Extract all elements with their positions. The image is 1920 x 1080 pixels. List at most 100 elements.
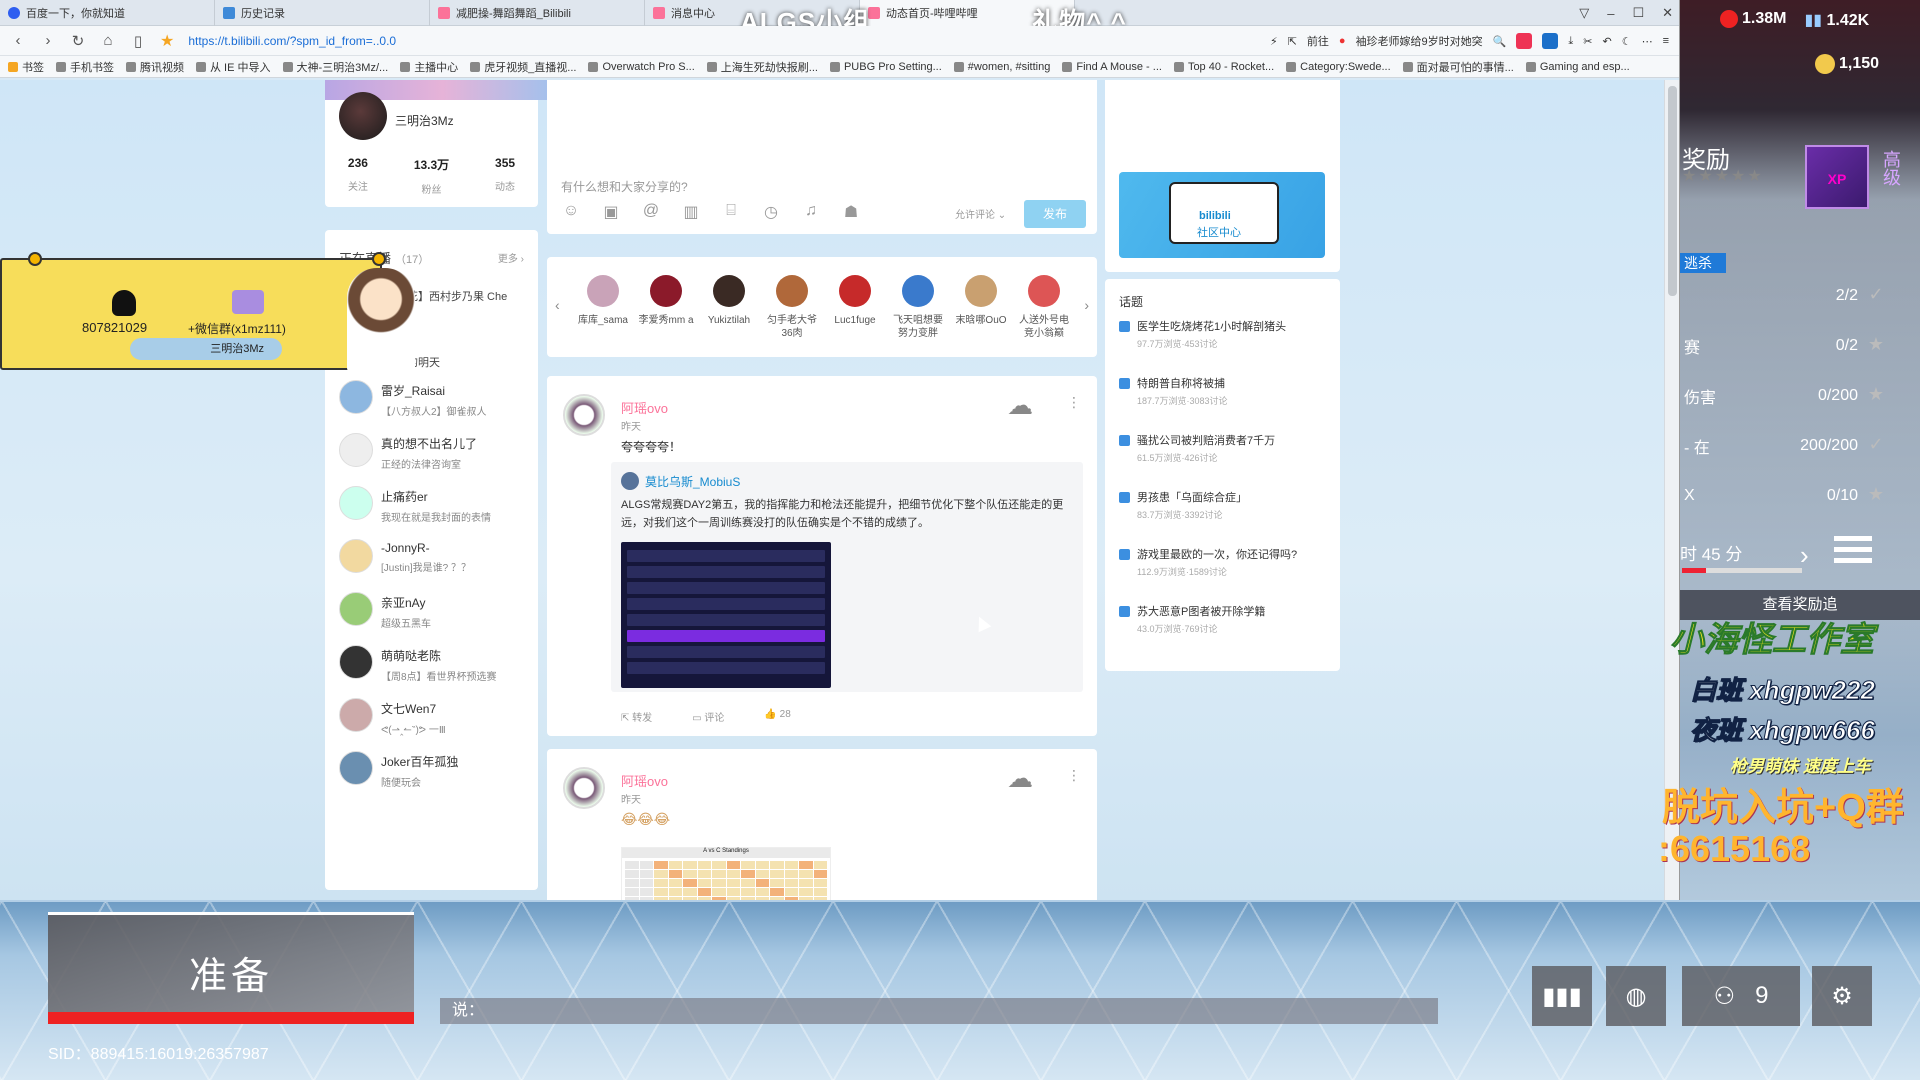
challenge-item[interactable]: 赛 0/2 ★ [1680,322,1890,370]
live-user-item[interactable]: 亲亚nAy 超级五黑车 [339,592,529,645]
back-icon[interactable]: ‹ [10,32,26,49]
skin-icon[interactable]: ▽ [1579,5,1589,21]
chevron-right-icon[interactable]: › [1084,297,1089,313]
chat-input[interactable]: 说： [440,998,1438,1024]
bookmark-item[interactable]: Overwatch Pro S... [588,61,695,73]
post-author[interactable]: 阿瑶ovo [621,771,668,790]
bookmark-item[interactable]: Gaming and esp... [1525,61,1630,73]
like-button[interactable]: 👍 28 [764,709,790,724]
topic-item[interactable]: 苏大恶意P图者被开除学籍 43.0万浏览·769讨论 [1119,604,1329,661]
post-avatar[interactable] [563,767,605,809]
hamburger-menu-icon[interactable] [1834,536,1872,566]
ready-button[interactable]: 准备 [48,912,414,1024]
address-bar[interactable]: https://t.bilibili.com/?spm_id_from=..0.… [188,34,888,48]
following-user[interactable]: 库库_sama [575,275,631,340]
stat-followers[interactable]: 13.3万 粉丝 [414,156,449,196]
live-more-link[interactable]: 更多 › [498,250,524,265]
ext-window-icon[interactable] [1542,33,1559,49]
chevron-right-icon[interactable]: › [1800,540,1809,571]
following-user[interactable]: 李爱秀mm a [638,275,694,340]
share-icon[interactable]: ⇱ [1288,35,1297,48]
go-button[interactable]: 前往 [1307,33,1329,49]
search-box[interactable]: 袖珍老师嫁给9岁时对她突 [1356,33,1483,49]
emoji-icon[interactable]: ☺ [561,202,581,222]
share-button[interactable]: ⇱ 转发 [621,709,652,724]
maximize-button[interactable]: ☐ [1632,5,1644,21]
at-icon[interactable]: @ [641,202,661,222]
topic-item[interactable]: 医学生吃烧烤花1小时解剖猪头 97.7万浏览·453讨论 [1119,319,1329,376]
undo-icon[interactable]: ↶ [1602,35,1611,48]
bookmark-item[interactable]: 面对最可怕的事情... [1402,59,1514,75]
bookmark-star-icon[interactable]: ★ [160,31,174,51]
more-vertical-icon[interactable]: ⋮ [1067,394,1081,411]
topic-item[interactable]: 特朗普自称将被捕 187.7万浏览·3083讨论 [1119,376,1329,433]
comment-permission-select[interactable]: 允许评论 ⌄ [955,206,1006,221]
bookmark-item[interactable]: Top 40 - Rocket... [1173,61,1274,73]
globe-mail-icon[interactable]: ◍ [1606,966,1666,1026]
challenge-item[interactable]: - 在 200/200 ✓ [1680,422,1890,470]
bookmark-item[interactable]: 书签 [8,59,44,75]
challenge-item[interactable]: X 0/10 ★ [1680,472,1890,520]
bookmark-item[interactable]: 从 IE 中导入 [196,59,271,75]
stats-icon[interactable]: ▮▮▮ [1532,966,1592,1026]
bell-icon[interactable]: ♫ [801,202,821,222]
following-user[interactable]: Luc1fuge [827,275,883,340]
lottery-icon[interactable]: ☗ [841,202,861,222]
forward-icon[interactable]: › [40,32,56,49]
following-user[interactable]: 匀手老大爷 36肉 [764,275,820,340]
scissors-icon[interactable]: ✂ [1583,35,1592,48]
following-user[interactable]: 人送外号电 竞小翁巅 [1016,275,1072,340]
stat-following[interactable]: 236 关注 [348,156,368,196]
bookmark-item[interactable]: 腾讯视频 [126,59,184,75]
search-icon[interactable]: 🔍 [1493,35,1507,48]
image-icon[interactable]: ▣ [601,202,621,222]
live-user-item[interactable]: Joker百年孤独 随便玩会 [339,751,529,804]
live-user-item[interactable]: 萌萌哒老陈 【周8点】看世界杯预选赛 [339,645,529,698]
compose-input[interactable]: 有什么想和大家分享的? [561,178,688,195]
lightning-icon[interactable]: ⚡ [1270,35,1278,48]
topic-item[interactable]: 骚扰公司被判赔消费者7千万 61.5万浏览·426讨论 [1119,433,1329,490]
live-user-item[interactable]: 文七Wen7 ᕙ(⇀‸↼‶)ᕗ 一Ⅲ [339,698,529,751]
publish-button[interactable]: 发布 [1024,200,1086,228]
profile-name[interactable]: 三明治3Mz [395,112,454,129]
challenge-item[interactable]: 伤害 0/200 ★ [1680,372,1890,420]
bookmark-item[interactable]: 虎牙视频_直播视... [470,59,576,75]
topic-item[interactable]: 男孩患「乌面综合症」 83.7万浏览·3392讨论 [1119,490,1329,547]
bookmark-item[interactable]: 上海生死劫快报刷... [706,59,818,75]
tab-baidu[interactable]: 百度一下，你就知道 [0,0,215,26]
menu-icon[interactable]: ≡ [1663,35,1669,47]
home-icon[interactable]: ⌂ [100,32,116,49]
live-user-item[interactable]: 止痛药er 我现在就是我封面的表情 [339,486,529,539]
gear-icon[interactable]: ⚙ [1812,966,1872,1026]
repost-block[interactable]: 莫比乌斯_MobiuS ALGS常规赛DAY2第五，我的指挥能力和枪法还能提升，… [611,462,1083,692]
bookmark-item[interactable]: Find A Mouse - ... [1062,61,1162,73]
tab-bilibili-video[interactable]: 减肥操-舞蹈舞蹈_Bilibili [430,0,645,26]
night-mode-icon[interactable]: ☾ [1622,35,1632,48]
challenge-item[interactable]: 2/2 ✓ [1680,272,1890,320]
download-icon[interactable]: ⤓ [1568,35,1573,48]
chevron-left-icon[interactable]: ‹ [555,297,560,313]
following-user[interactable]: 飞天咀想要 努力变胖 [890,275,946,340]
live-user-item[interactable]: 雷岁_Raisai 【八方叔人2】御雀叔人 [339,380,529,433]
gift-icon[interactable]: ⌸ [721,202,741,222]
bookmark-item[interactable]: PUBG Pro Setting... [829,61,942,73]
search-engine-icon[interactable]: ● [1339,35,1346,47]
community-center-banner[interactable]: bilibili 社区中心 [1119,172,1325,258]
party-button[interactable]: ⚇ 9 [1682,966,1800,1026]
tab-history[interactable]: 历史记录 [215,0,430,26]
bookmark-item[interactable]: 手机书签 [56,59,114,75]
post-author[interactable]: 阿瑶ovo [621,398,668,417]
more-icon[interactable]: ⋯ [1642,35,1653,48]
live-user-item[interactable]: -JonnyR- [Justin]我是谁? ？？ [339,539,529,592]
following-user[interactable]: Yukiztilah [701,275,757,340]
standings-table-image[interactable]: A vs C Standings [621,847,831,900]
ext-translate-icon[interactable] [1516,33,1533,49]
post-avatar[interactable] [563,394,605,436]
bookmark-item[interactable]: 大神-三明治3Mz/... [282,59,388,75]
topic-item[interactable]: 游戏里最欧的一次，你还记得吗? 112.9万浏览·1589讨论 [1119,547,1329,604]
bookmark-item[interactable]: 主播中心 [400,59,458,75]
minimize-button[interactable]: – [1607,6,1614,21]
refresh-icon[interactable]: ↻ [70,32,86,50]
stat-posts[interactable]: 355 动态 [495,156,515,196]
schedule-icon[interactable]: ◷ [761,202,781,222]
